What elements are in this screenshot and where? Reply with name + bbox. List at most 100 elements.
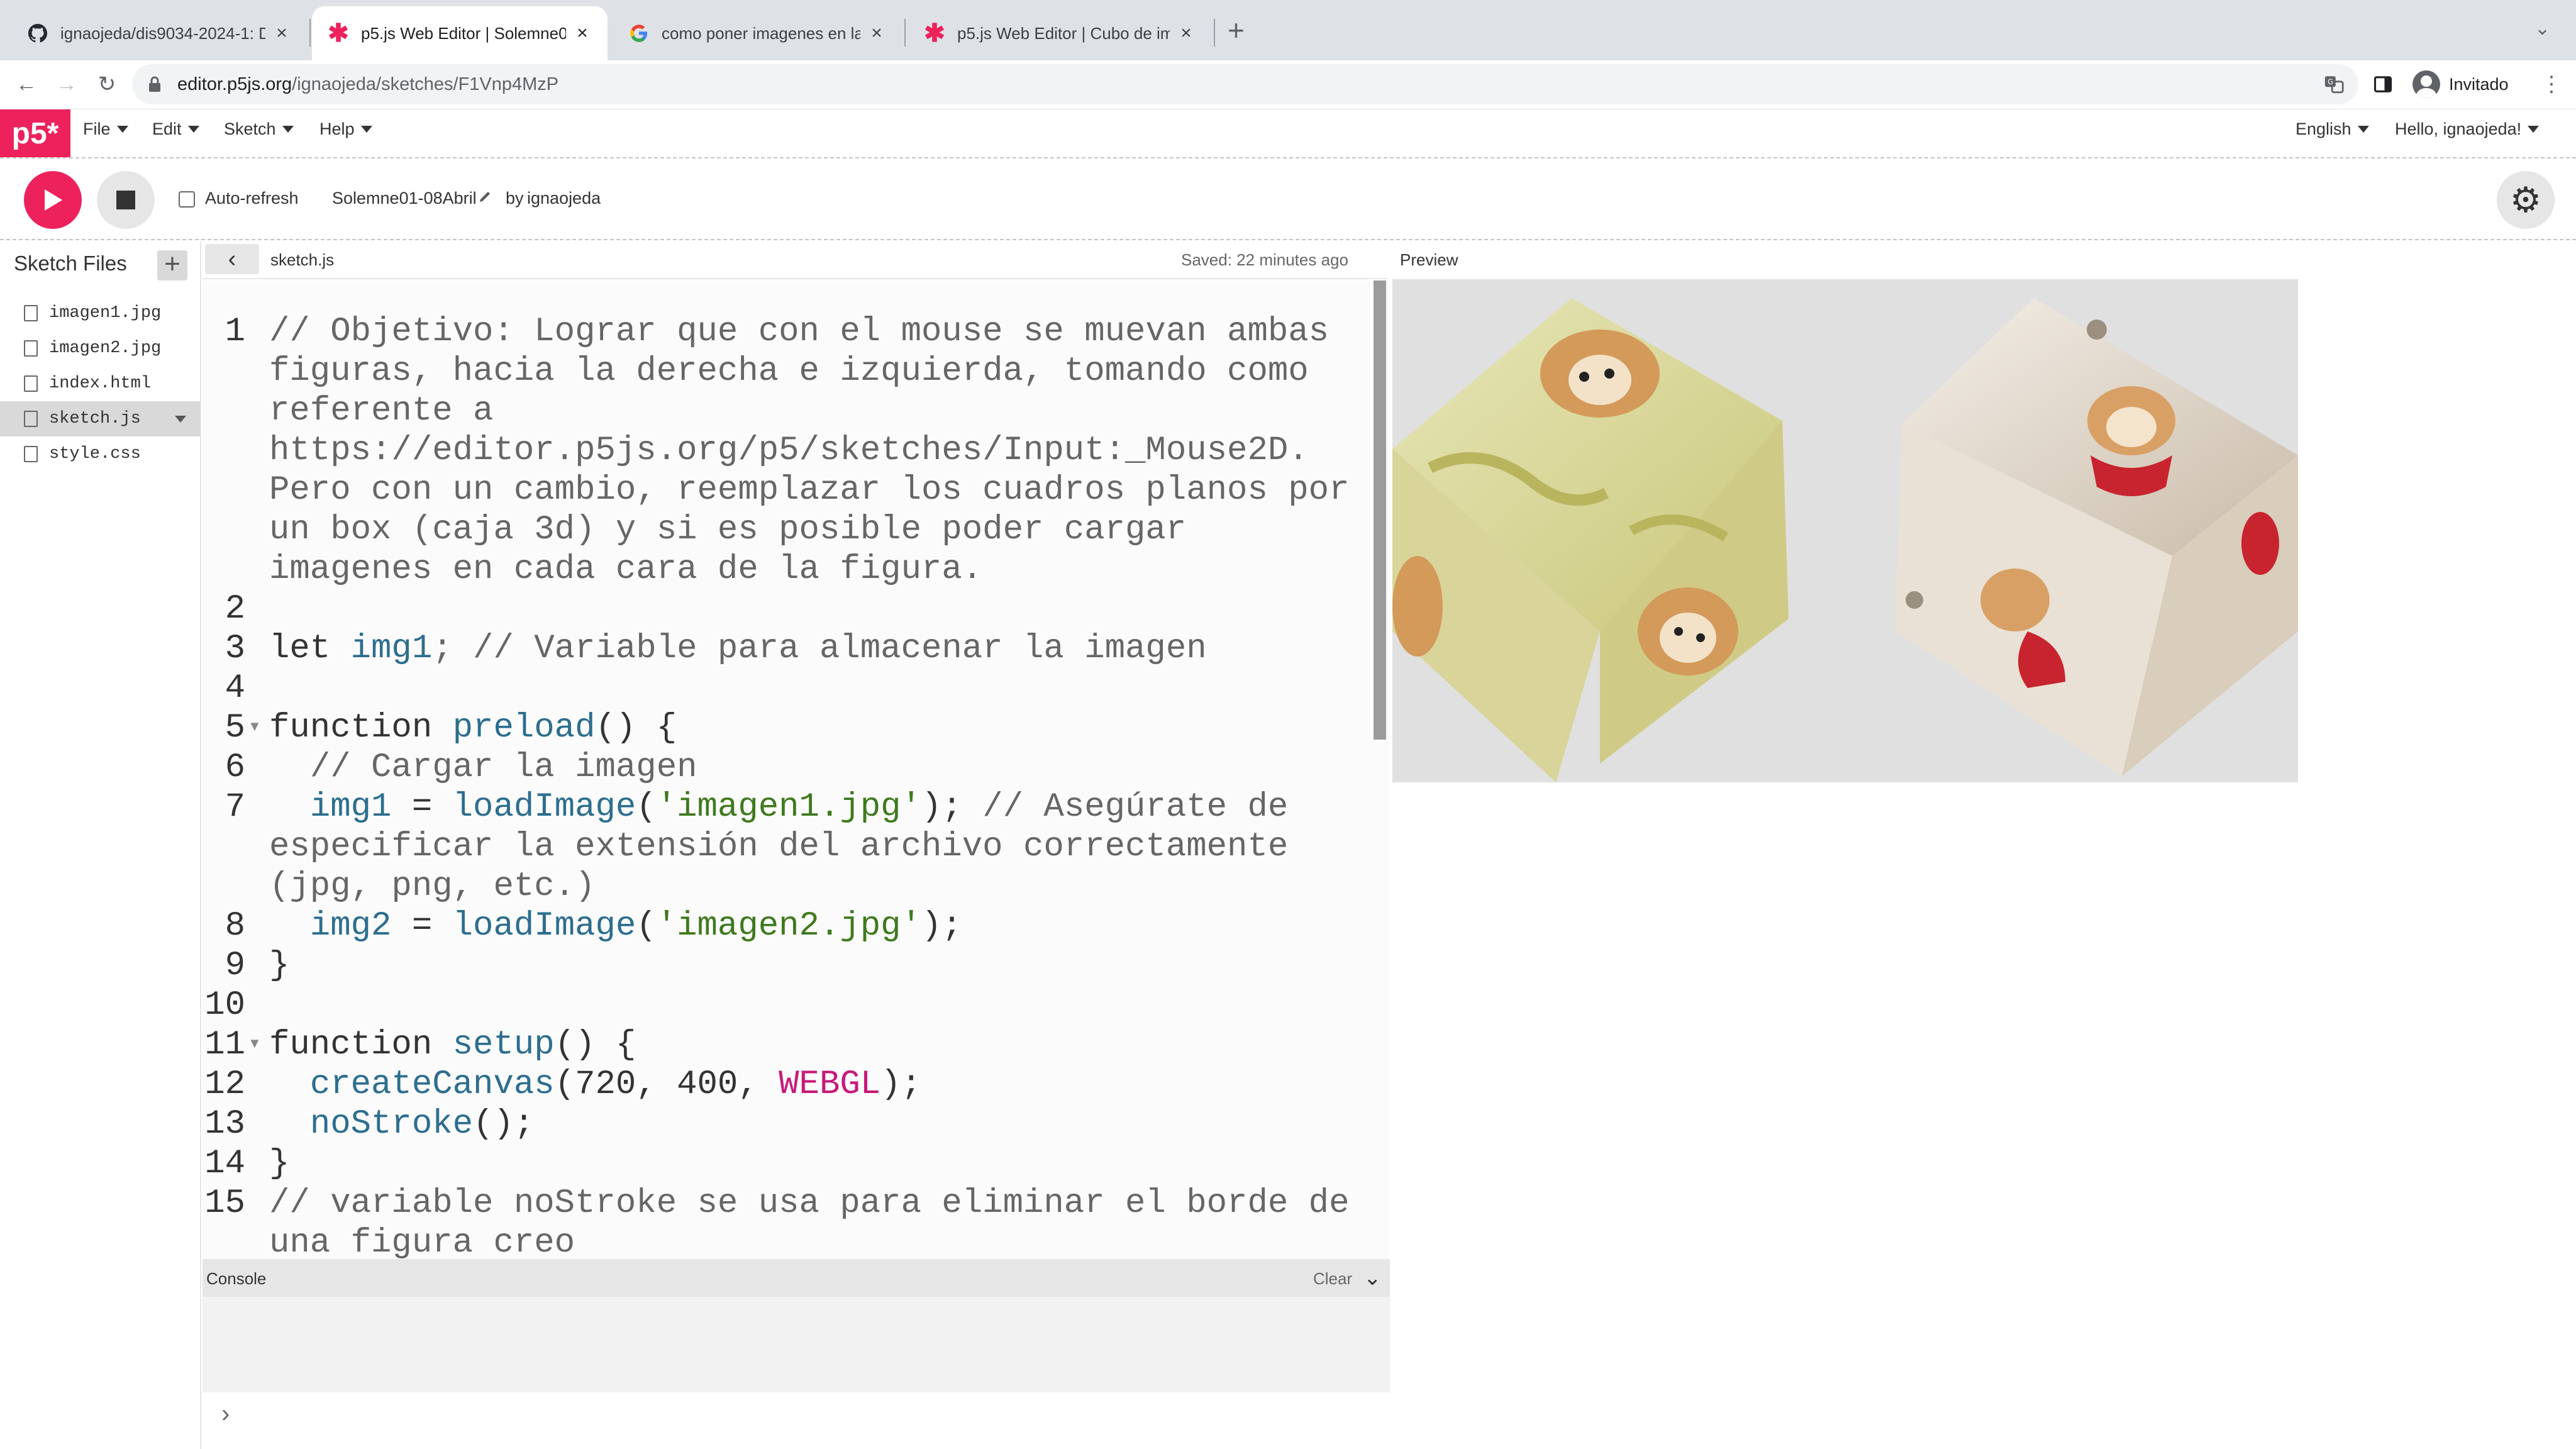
file-options-caret-icon[interactable]	[175, 415, 186, 423]
file-name: style.css	[49, 445, 141, 464]
identifier: img1	[309, 788, 392, 826]
file-name: index.html	[49, 374, 152, 393]
preview-canvas[interactable]	[1392, 279, 2298, 782]
caret-down-icon	[2528, 126, 2540, 133]
url-path: /ignaojeda/sketches/F1Vnp4MzP	[292, 74, 559, 94]
side-panel-icon[interactable]	[2373, 64, 2392, 104]
menu-help[interactable]: Help	[319, 119, 372, 139]
file-item-style-css[interactable]: style.css	[0, 436, 200, 472]
close-tab-icon[interactable]: ×	[1177, 23, 1195, 44]
lock-icon	[147, 76, 164, 92]
tab-search-chevron-icon[interactable]: ⌄	[2534, 18, 2550, 40]
add-file-button[interactable]: +	[157, 250, 187, 280]
keyword: function	[269, 1026, 433, 1064]
profile-chip[interactable]: Invitado	[2412, 64, 2509, 104]
plus-icon: +	[164, 248, 180, 279]
close-tab-icon[interactable]: ×	[273, 23, 291, 44]
menu-label: File	[83, 119, 111, 138]
caret-down-icon	[187, 126, 199, 133]
file-name: sketch.js	[49, 409, 141, 428]
tab-separator	[904, 19, 906, 47]
line-number: 14	[204, 1145, 245, 1183]
menu-label: Edit	[152, 119, 182, 138]
collapse-sidebar-button[interactable]: ‹	[205, 244, 259, 274]
browser-tab-google[interactable]: como poner imagenes en las c ×	[613, 6, 902, 60]
file-icon	[24, 305, 38, 321]
cube-render	[1392, 279, 2298, 782]
file-item-index-html[interactable]: index.html	[0, 366, 200, 401]
code-line-12: createCanvas(720, 400, WEBGL);	[309, 1065, 921, 1104]
file-name: imagen2.jpg	[49, 339, 162, 358]
console-input[interactable]	[203, 1392, 1390, 1449]
menu-sketch[interactable]: Sketch	[224, 119, 294, 139]
p5-asterisk-icon: ✱	[328, 19, 349, 47]
code-line-13: noStroke();	[309, 1105, 535, 1143]
owner-link[interactable]: ignaojeda	[527, 189, 601, 208]
reload-icon[interactable]: ↻	[88, 65, 126, 103]
stop-button[interactable]	[97, 171, 155, 229]
p5-asterisk-icon: ✱	[924, 19, 945, 47]
by-label: by	[506, 189, 524, 208]
saved-status: Saved: 22 minutes ago	[1181, 250, 1348, 269]
file-icon	[24, 340, 38, 357]
back-arrow-icon[interactable]: ←	[8, 65, 45, 103]
new-tab-button[interactable]: +	[1228, 14, 1245, 47]
auto-refresh-checkbox[interactable]	[179, 191, 195, 208]
gear-icon: ⚙	[2509, 180, 2542, 219]
caret-down-icon	[360, 126, 372, 133]
line-number: 13	[204, 1105, 245, 1143]
menu-edit[interactable]: Edit	[152, 119, 199, 139]
menu-label: Sketch	[224, 119, 276, 138]
translate-icon[interactable]: G	[2323, 64, 2345, 104]
chevron-left-icon: ‹	[228, 245, 236, 272]
arguments: (720, 400,	[554, 1065, 779, 1104]
tab-title: ignaojeda/dis9034-2024-1: DI	[60, 23, 265, 43]
avatar-icon	[2412, 70, 2440, 98]
tab-separator	[1214, 19, 1215, 47]
p5-logo[interactable]: p5*	[0, 109, 70, 157]
file-item-sketch-js[interactable]: sketch.js	[0, 401, 200, 436]
close-tab-icon[interactable]: ×	[574, 23, 591, 44]
function-name: loadImage	[452, 788, 636, 826]
code-line-6: // Cargar la imagen	[269, 748, 697, 787]
code-line-3: let img1; // Variable para almacenar la …	[269, 629, 1363, 669]
code-line-14: }	[269, 1145, 290, 1183]
user-menu[interactable]: Hello, ignaojeda!	[2395, 119, 2540, 139]
menu-file[interactable]: File	[83, 119, 128, 139]
play-button[interactable]	[24, 171, 82, 229]
line-number: 9	[225, 947, 245, 985]
code-line-15: // variable noStroke se usa para elimina…	[269, 1184, 1370, 1262]
console-clear-button[interactable]: Clear	[1313, 1269, 1352, 1289]
fold-arrow-icon[interactable]: ▼	[248, 718, 262, 735]
menu-label: Help	[319, 119, 355, 138]
chevron-down-icon[interactable]: ⌄	[1363, 1265, 1382, 1291]
user-greeting: Hello, ignaojeda!	[2395, 119, 2522, 138]
browser-tab-p5-cubo[interactable]: ✱ p5.js Web Editor | Cubo de ima ×	[908, 6, 1211, 60]
browser-menu-icon[interactable]: ⋮	[2541, 64, 2562, 104]
browser-tab-p5-solemne[interactable]: ✱ p5.js Web Editor | Solemne01-0 ×	[312, 6, 608, 60]
language-menu[interactable]: English	[2296, 119, 2369, 139]
function-name: loadImage	[452, 907, 636, 945]
sketch-name[interactable]: Solemne01-08Abril	[332, 189, 477, 208]
code-line-8: img2 = loadImage('imagen2.jpg');	[309, 907, 962, 945]
punctuation: () {	[554, 1026, 636, 1064]
pencil-icon[interactable]	[478, 189, 493, 208]
editor-scrollbar[interactable]	[1374, 280, 1386, 740]
forward-arrow-icon[interactable]: →	[48, 65, 86, 103]
punctuation: () {	[595, 709, 677, 747]
constant: WEBGL	[779, 1065, 881, 1104]
fold-arrow-icon[interactable]: ▼	[248, 1035, 262, 1052]
tab-title: como poner imagenes en las c	[662, 23, 860, 43]
identifier: img1	[350, 630, 433, 668]
close-tab-icon[interactable]: ×	[868, 23, 886, 44]
address-bar[interactable]: editor.p5js.org/ignaojeda/sketches/F1Vnp…	[132, 64, 2358, 104]
tab-separator	[309, 19, 311, 47]
sidebar-title: Sketch Files	[14, 252, 127, 275]
line-number: 1	[225, 313, 245, 351]
settings-button[interactable]: ⚙	[2497, 171, 2555, 229]
file-item-imagen1[interactable]: imagen1.jpg	[0, 296, 200, 331]
line-number: 3	[225, 630, 245, 668]
github-icon	[28, 23, 48, 43]
file-item-imagen2[interactable]: imagen2.jpg	[0, 331, 200, 366]
browser-tab-github[interactable]: ignaojeda/dis9034-2024-1: DI ×	[11, 6, 307, 60]
